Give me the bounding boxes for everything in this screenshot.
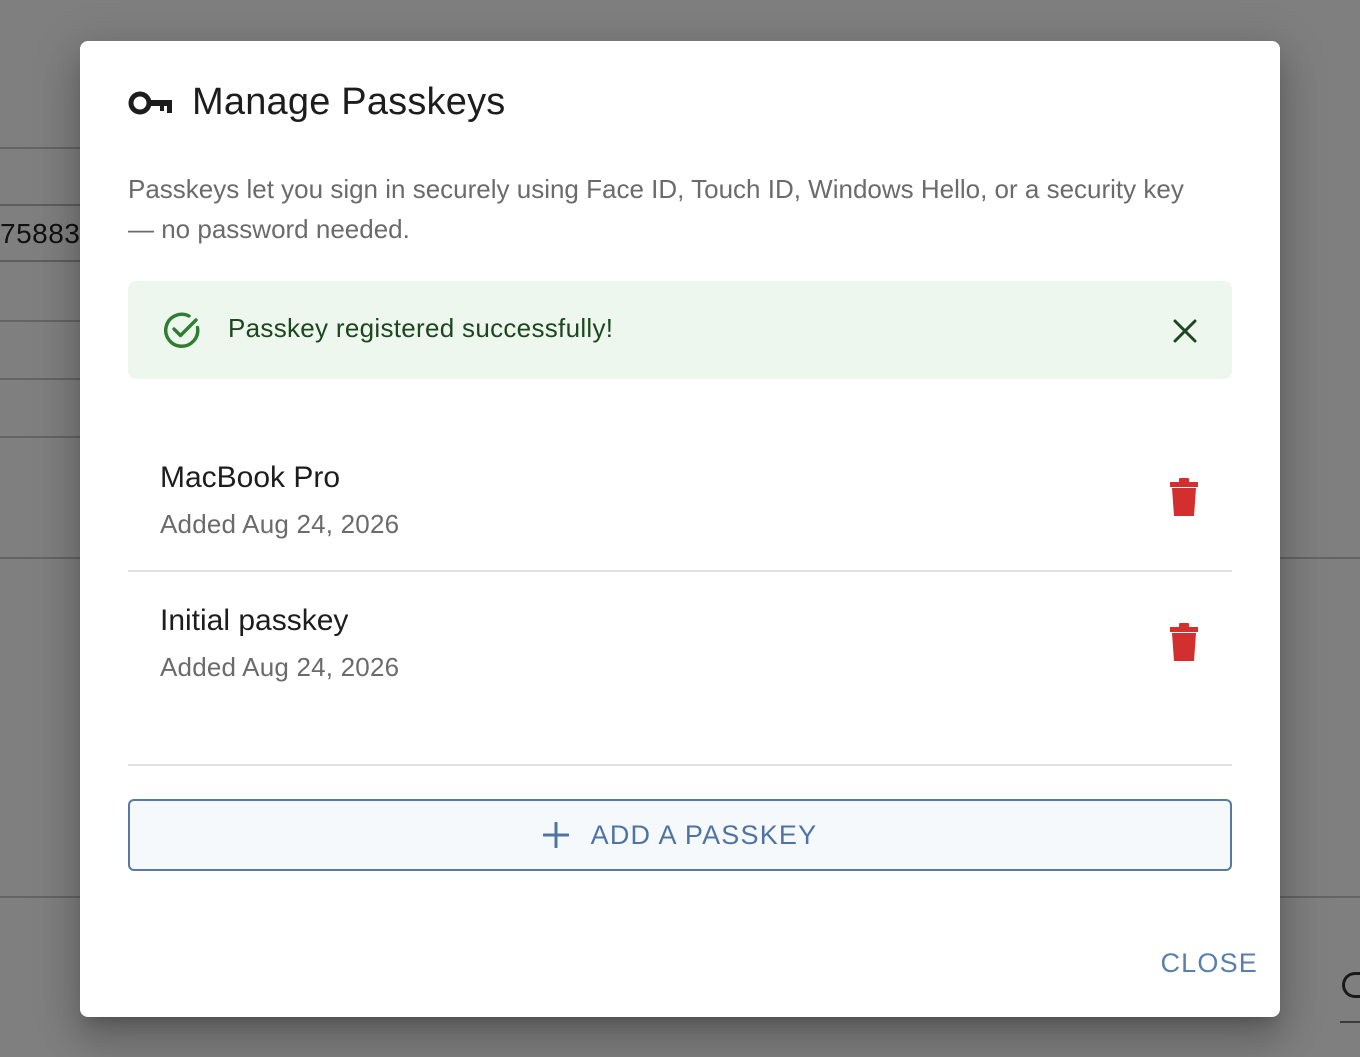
- plus-icon: [542, 822, 569, 848]
- check-circle-icon: [164, 312, 200, 348]
- dialog-description: Passkeys let you sign in securely using …: [128, 174, 1184, 244]
- manage-passkeys-dialog: Manage Passkeys Passkeys let you sign in…: [80, 41, 1280, 1017]
- add-passkey-label: ADD A PASSKEY: [590, 819, 818, 850]
- close-icon: [1173, 319, 1197, 343]
- key-icon: [128, 91, 172, 114]
- passkey-added-date: Added Aug 24, 2026: [160, 652, 400, 682]
- dialog-title: Manage Passkeys: [192, 81, 506, 123]
- success-alert: Passkey registered successfully!: [128, 281, 1232, 379]
- passkey-name: Initial passkey: [160, 604, 349, 637]
- list-item: MacBook Pro Added Aug 24, 2026: [128, 429, 1232, 572]
- trash-icon: [1170, 478, 1198, 516]
- passkey-added-date: Added Aug 24, 2026: [160, 509, 400, 539]
- list-divider: [128, 764, 1232, 766]
- close-button[interactable]: CLOSE: [1138, 941, 1258, 985]
- delete-passkey-button[interactable]: [1158, 471, 1210, 523]
- passkey-list: MacBook Pro Added Aug 24, 2026 Initial p…: [128, 429, 1232, 715]
- alert-close-button[interactable]: [1166, 312, 1204, 350]
- passkey-name: MacBook Pro: [160, 461, 341, 494]
- add-passkey-button[interactable]: ADD A PASSKEY: [128, 799, 1232, 871]
- trash-icon: [1170, 623, 1198, 661]
- delete-passkey-button[interactable]: [1158, 616, 1210, 668]
- dialog-title-row: Manage Passkeys: [128, 81, 506, 124]
- alert-message: Passkey registered successfully!: [228, 313, 614, 343]
- list-item: Initial passkey Added Aug 24, 2026: [128, 572, 1232, 715]
